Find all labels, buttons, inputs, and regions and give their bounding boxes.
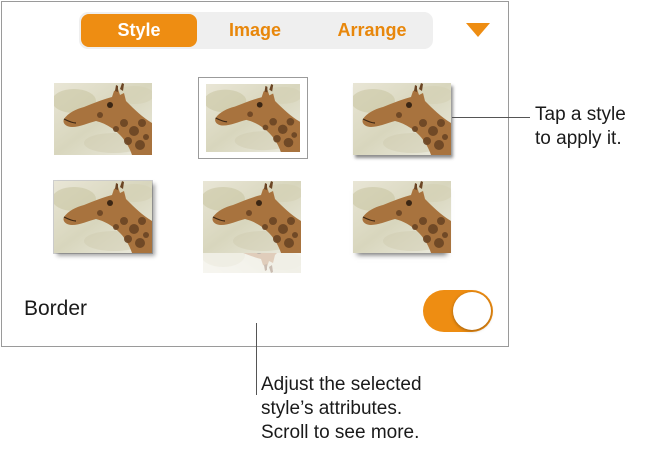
border-label: Border: [24, 297, 88, 320]
tab-arrange[interactable]: Arrange: [313, 14, 431, 47]
giraffe-image: [203, 181, 301, 253]
callout-line-1: Tap a style: [535, 104, 626, 125]
image-reflection: [203, 253, 301, 273]
tab-style[interactable]: Style: [81, 14, 197, 47]
style-preset-plain[interactable]: [54, 83, 152, 155]
style-preset-curved-shadow[interactable]: [353, 181, 451, 253]
toggle-knob: [453, 292, 491, 330]
callout-line-styles: [452, 117, 530, 118]
border-toggle[interactable]: [423, 290, 493, 332]
giraffe-image: [353, 83, 451, 155]
format-panel: Style Image Arrange Border: [1, 1, 509, 347]
callout-line-1: Adjust the selected: [261, 374, 422, 395]
giraffe-image: [54, 83, 152, 155]
style-preset-drop-shadow[interactable]: [353, 83, 451, 155]
callout-line-3: Scroll to see more.: [261, 422, 420, 443]
tab-image[interactable]: Image: [197, 14, 313, 47]
triangle-down-icon[interactable]: [466, 23, 490, 37]
callout-attributes: Adjust the selected style’s attributes. …: [261, 373, 422, 445]
callout-styles: Tap a style to apply it.: [535, 103, 626, 151]
format-tabs: Style Image Arrange: [79, 12, 433, 49]
style-preset-picture-frame[interactable]: [198, 77, 308, 159]
style-preset-reflection[interactable]: [203, 181, 301, 253]
giraffe-image: [353, 181, 451, 253]
callout-line-2: to apply it.: [535, 128, 622, 149]
style-preset-thin-border[interactable]: [54, 181, 152, 253]
giraffe-image: [206, 84, 300, 152]
callout-line-2: style’s attributes.: [261, 398, 403, 419]
callout-line-attributes: [256, 323, 257, 395]
giraffe-image: [54, 181, 152, 253]
